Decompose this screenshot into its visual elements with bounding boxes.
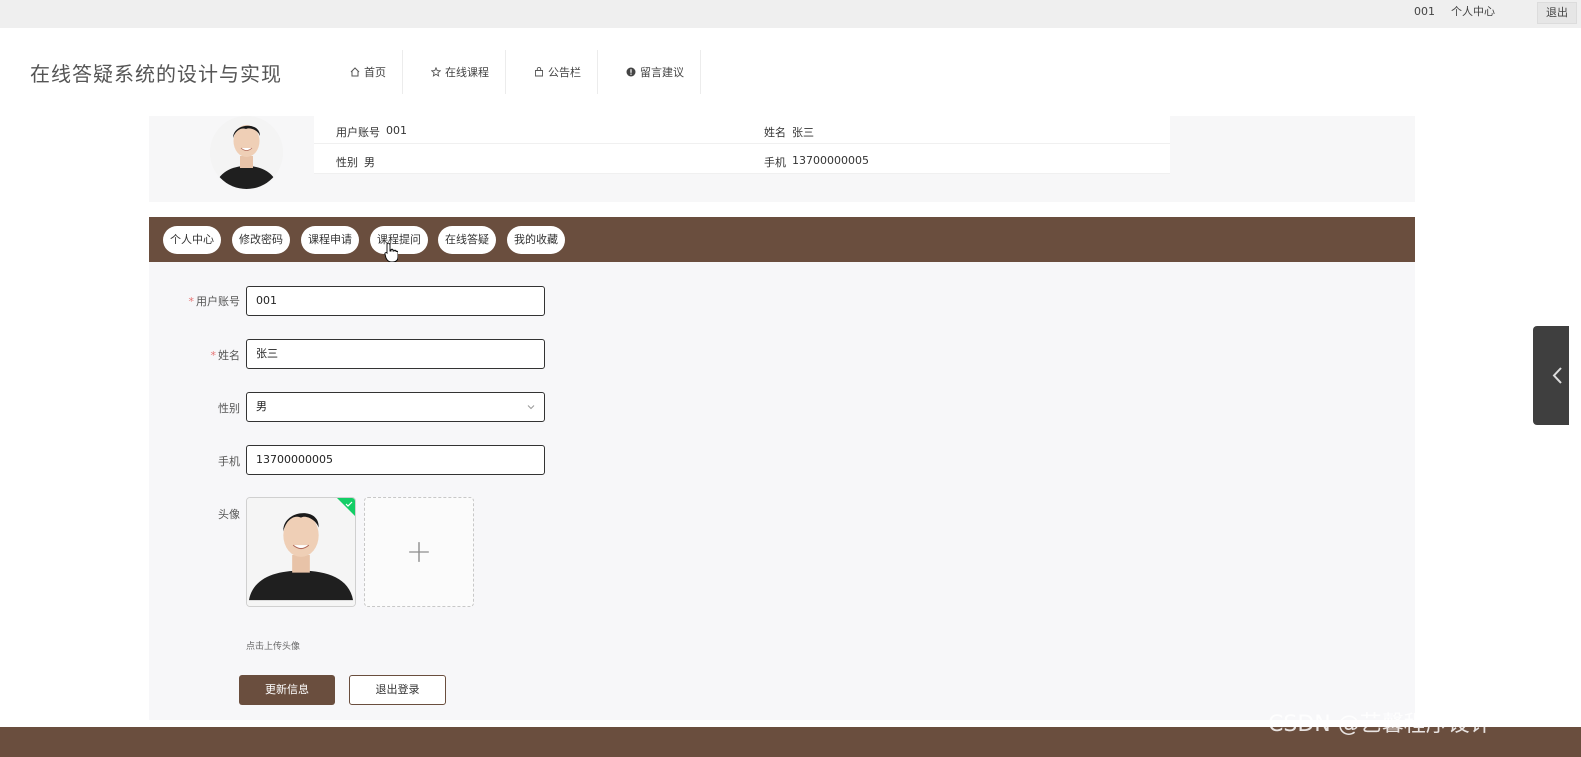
nav-label: 在线课程 bbox=[445, 66, 489, 79]
star-icon bbox=[431, 67, 441, 77]
side-panel-toggle[interactable] bbox=[1533, 326, 1569, 425]
phone-input[interactable]: 13700000005 bbox=[246, 445, 545, 475]
nav-item-courses[interactable]: 在线课程 bbox=[403, 50, 506, 94]
profile-account-label: 用户账号 bbox=[336, 126, 380, 139]
site-title: 在线答疑系统的设计与实现 bbox=[30, 62, 282, 86]
profile-name-label: 姓名 bbox=[764, 126, 786, 139]
home-icon bbox=[350, 67, 360, 77]
gender-label: 性别 bbox=[218, 402, 240, 415]
profile-form: * 用户账号 001 * 姓名 张三 性别 男 手机 13700000005 头像 … bbox=[149, 262, 1415, 720]
tab-change-password[interactable]: 修改密码 bbox=[232, 226, 290, 254]
alert-circle-icon bbox=[626, 67, 636, 77]
update-info-button[interactable]: 更新信息 bbox=[239, 675, 335, 705]
plus-icon bbox=[409, 542, 429, 562]
user-tab-bar: 个人中心 修改密码 课程申请 课程提问 在线答疑 我的收藏 bbox=[149, 217, 1415, 262]
profile-card: 用户账号 001 姓名 张三 性别 男 手机 13700000005 bbox=[149, 116, 1415, 202]
name-input[interactable]: 张三 bbox=[246, 339, 545, 369]
mouse-cursor-icon bbox=[384, 242, 398, 263]
bag-icon bbox=[535, 67, 543, 77]
nav-label: 留言建议 bbox=[640, 66, 684, 79]
avatar-upload-preview[interactable] bbox=[246, 497, 356, 607]
profile-name-value: 张三 bbox=[792, 126, 814, 139]
profile-account-value: 001 bbox=[386, 124, 407, 137]
account-id: 001 bbox=[1414, 5, 1435, 18]
tab-course-apply[interactable]: 课程申请 bbox=[301, 226, 359, 254]
nav-item-home[interactable]: 首页 bbox=[322, 50, 403, 94]
profile-info-table: 用户账号 001 姓名 张三 性别 男 手机 13700000005 bbox=[314, 116, 1170, 174]
avatar bbox=[210, 116, 283, 189]
avatar-label: 头像 bbox=[218, 508, 240, 521]
tab-online-answer[interactable]: 在线答疑 bbox=[438, 226, 496, 254]
profile-row: 用户账号 001 姓名 张三 bbox=[314, 116, 1170, 144]
avatar-upload-button[interactable] bbox=[364, 497, 474, 607]
nav-item-notice[interactable]: 公告栏 bbox=[506, 50, 598, 94]
account-label: * 用户账号 bbox=[188, 295, 241, 308]
nav-item-feedback[interactable]: 留言建议 bbox=[598, 50, 701, 94]
profile-gender-value: 男 bbox=[364, 156, 375, 169]
nav-label: 首页 bbox=[364, 66, 386, 79]
account-input[interactable]: 001 bbox=[246, 286, 545, 316]
nav-label: 公告栏 bbox=[548, 66, 581, 79]
gender-select[interactable]: 男 bbox=[246, 392, 545, 422]
phone-label: 手机 bbox=[218, 455, 240, 468]
chevron-down-icon bbox=[527, 405, 535, 410]
main-nav: 首页 在线课程 公告栏 留言建议 bbox=[322, 50, 701, 94]
top-bar: 001 个人中心 退出 bbox=[0, 0, 1581, 28]
user-center-link[interactable]: 个人中心 bbox=[1451, 0, 1495, 28]
upload-hint: 点击上传头像 bbox=[246, 642, 301, 652]
name-label: * 姓名 bbox=[210, 349, 241, 362]
profile-row: 性别 男 手机 13700000005 bbox=[314, 146, 1170, 174]
tab-my-favorites[interactable]: 我的收藏 bbox=[507, 226, 565, 254]
check-icon bbox=[345, 501, 353, 507]
logout-link[interactable]: 退出 bbox=[1537, 2, 1577, 24]
tab-user-center[interactable]: 个人中心 bbox=[163, 226, 221, 254]
tab-course-question[interactable]: 课程提问 bbox=[370, 226, 428, 254]
watermark: CSDN @艺馨程序设计 bbox=[1268, 712, 1492, 737]
profile-phone-label: 手机 bbox=[764, 156, 786, 169]
gender-selected-value: 男 bbox=[256, 400, 267, 413]
chevron-left-icon bbox=[1552, 367, 1562, 384]
logout-button[interactable]: 退出登录 bbox=[349, 675, 446, 705]
profile-gender-label: 性别 bbox=[336, 156, 358, 169]
profile-phone-value: 13700000005 bbox=[792, 154, 869, 167]
